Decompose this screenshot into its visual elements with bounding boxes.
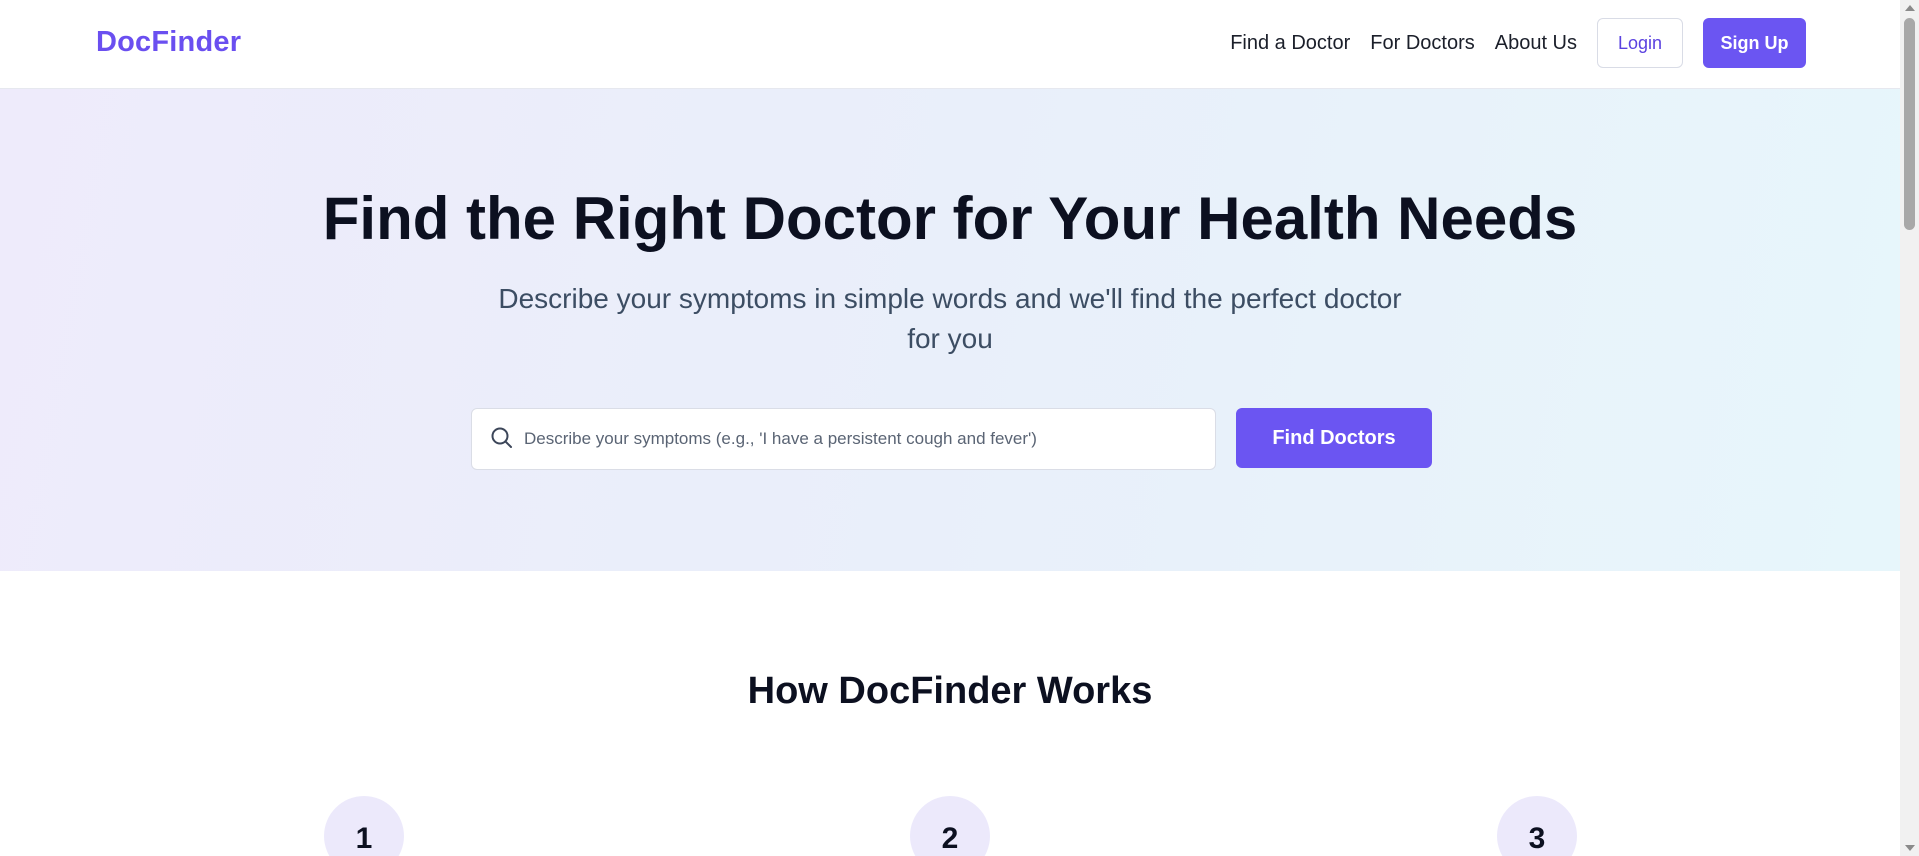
page: DocFinder Find a Doctor For Doctors Abou… bbox=[0, 0, 1919, 856]
step-number-1: 1 bbox=[324, 796, 404, 856]
vertical-scrollbar[interactable] bbox=[1900, 0, 1919, 856]
nav-find-a-doctor[interactable]: Find a Doctor bbox=[1230, 32, 1350, 55]
main-nav: Find a Doctor For Doctors About Us Login… bbox=[1230, 18, 1806, 68]
hero-title: Find the Right Doctor for Your Health Ne… bbox=[322, 185, 1578, 252]
hero-section: Find the Right Doctor for Your Health Ne… bbox=[0, 89, 1900, 571]
nav-about-us[interactable]: About Us bbox=[1495, 32, 1577, 55]
how-it-works-title: How DocFinder Works bbox=[747, 670, 1153, 712]
find-doctors-button[interactable]: Find Doctors bbox=[1236, 408, 1432, 468]
top-navbar: DocFinder Find a Doctor For Doctors Abou… bbox=[0, 0, 1900, 89]
search-icon bbox=[489, 425, 515, 451]
step-number-2: 2 bbox=[910, 796, 990, 856]
symptom-search-box[interactable] bbox=[471, 408, 1216, 470]
step-number-3: 3 bbox=[1497, 796, 1577, 856]
scroll-down-arrow-icon[interactable] bbox=[1905, 845, 1915, 851]
signup-button[interactable]: Sign Up bbox=[1703, 18, 1806, 68]
scroll-up-arrow-icon[interactable] bbox=[1905, 5, 1915, 11]
nav-for-doctors[interactable]: For Doctors bbox=[1370, 32, 1474, 55]
scrollbar-thumb[interactable] bbox=[1904, 18, 1915, 230]
login-button[interactable]: Login bbox=[1597, 18, 1683, 68]
logo[interactable]: DocFinder bbox=[96, 26, 241, 59]
symptom-search-input[interactable] bbox=[522, 409, 1202, 469]
hero-subtitle: Describe your symptoms in simple words a… bbox=[498, 283, 1402, 354]
